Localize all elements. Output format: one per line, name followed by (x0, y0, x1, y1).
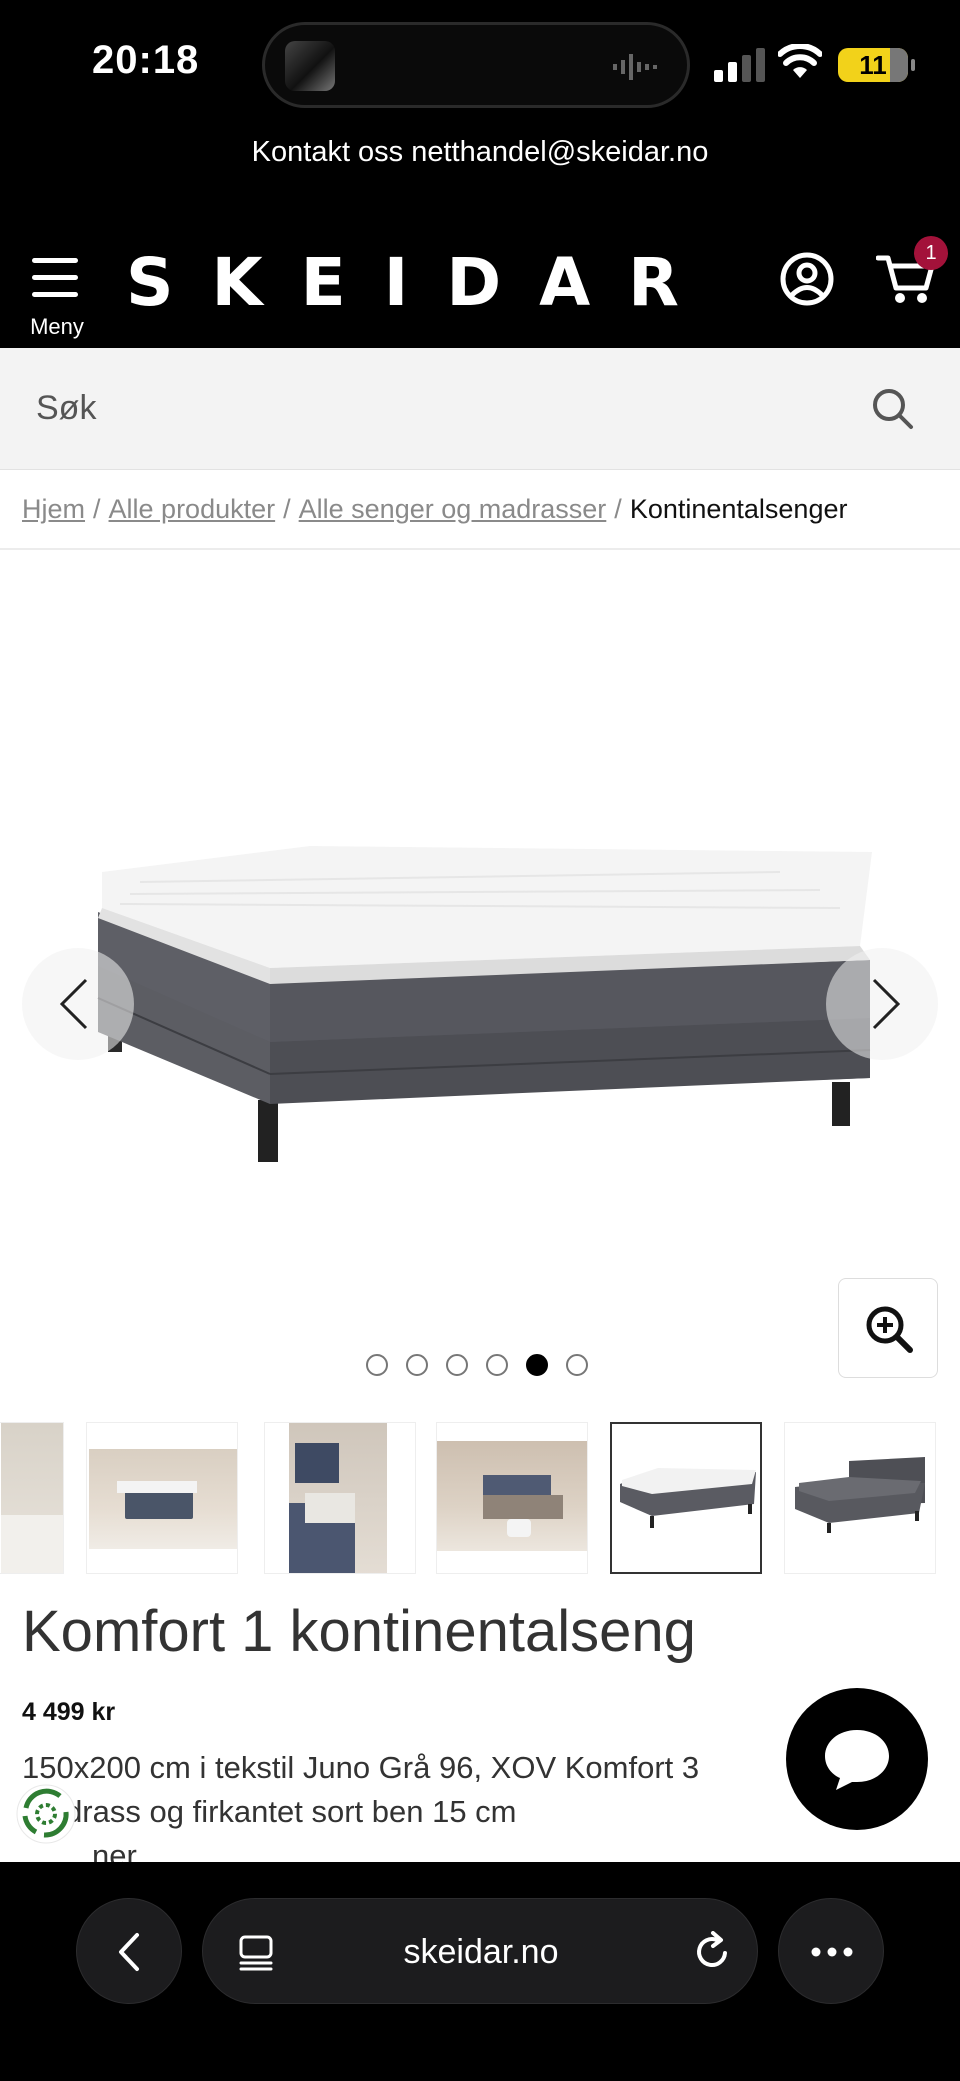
product-price: 4 499 kr (22, 1698, 116, 1726)
contact-banner[interactable]: Kontakt oss netthandel@skeidar.no (0, 130, 960, 230)
product-page: 20:18 11 Kontakt oss netthandel@skeidar.… (0, 0, 960, 2081)
gallery-next-button[interactable] (826, 948, 938, 1060)
menu-label: Meny (30, 314, 84, 339)
breadcrumb-link-all-products[interactable]: Alle produkter (109, 494, 276, 524)
contact-text[interactable]: Kontakt oss netthandel@skeidar.no (252, 136, 709, 168)
hamburger-icon (32, 258, 78, 298)
thumbnail[interactable] (436, 1422, 588, 1574)
thumbnail-active[interactable] (610, 1422, 762, 1574)
chat-button[interactable] (786, 1688, 928, 1830)
wifi-icon (778, 44, 822, 78)
breadcrumb: Hjem / Alle produkter / Alle senger og madra… (22, 494, 847, 525)
breadcrumb-separator: / (283, 494, 291, 524)
breadcrumb-link-beds[interactable]: Alle senger og madrasser (299, 494, 607, 524)
search-input[interactable] (36, 378, 836, 438)
thumbnail-strip (0, 1422, 960, 1574)
search-icon[interactable] (872, 388, 914, 430)
zoom-button[interactable] (838, 1278, 938, 1378)
menu-button[interactable]: Meny (26, 244, 88, 339)
gallery-prev-button[interactable] (22, 948, 134, 1060)
site-logo[interactable]: SKEIDAR (126, 244, 717, 321)
thumbnail[interactable] (86, 1422, 238, 1574)
product-gallery[interactable] (0, 552, 960, 1412)
pagination-dot-active[interactable] (526, 1354, 548, 1376)
more-dots-icon (811, 1947, 853, 1957)
battery-empty-portion (890, 48, 908, 82)
browser-back-button[interactable] (76, 1898, 182, 2004)
product-description-text: 150x200 cm i tekstil Juno Grå 96, XOV Ko… (22, 1750, 700, 1829)
site-header: Meny SKEIDAR 1 (0, 230, 960, 348)
chevron-right-icon (872, 978, 901, 1030)
status-time: 20:18 (92, 38, 200, 82)
breadcrumb-separator: / (614, 494, 622, 524)
chevron-left-icon (119, 1933, 139, 1971)
thumbnail[interactable] (264, 1422, 416, 1574)
breadcrumb-current: Kontinentalsenger (629, 494, 848, 524)
product-title: Komfort 1 kontinentalseng (22, 1599, 696, 1664)
divider (0, 548, 960, 550)
browser-address-bar[interactable]: skeidar.no (202, 1898, 758, 2004)
reload-icon[interactable] (691, 1931, 733, 1973)
gallery-pagination (366, 1354, 606, 1378)
browser-url[interactable]: skeidar.no (203, 1899, 759, 2005)
product-image-bed[interactable] (80, 842, 880, 1172)
breadcrumb-link-home[interactable]: Hjem (22, 494, 85, 524)
thumbnail[interactable] (784, 1422, 936, 1574)
thumbnail[interactable] (0, 1422, 64, 1574)
audio-wave-icon (613, 54, 657, 80)
pagination-dot[interactable] (486, 1354, 508, 1376)
chat-bubble-icon (825, 1730, 889, 1790)
pagination-dot[interactable] (366, 1354, 388, 1376)
dynamic-island[interactable] (262, 22, 690, 108)
now-playing-artwork (285, 41, 335, 91)
pagination-dot[interactable] (406, 1354, 428, 1376)
cellular-signal-icon (714, 48, 765, 82)
search-bar (0, 348, 960, 470)
account-icon[interactable] (780, 252, 834, 306)
zoom-in-icon (866, 1306, 913, 1353)
battery-level: 11 (859, 50, 887, 80)
breadcrumb-separator: / (93, 494, 101, 524)
eco-recycle-icon[interactable] (14, 1782, 78, 1846)
status-bar: 20:18 11 (0, 0, 960, 130)
pagination-dot[interactable] (566, 1354, 588, 1376)
pagination-dot[interactable] (446, 1354, 468, 1376)
product-description: 150x200 cm i tekstil Juno Grå 96, XOV Ko… (22, 1746, 782, 1878)
chevron-left-icon (59, 978, 88, 1030)
browser-more-button[interactable] (778, 1898, 884, 2004)
battery-indicator: 11 (838, 48, 915, 82)
browser-toolbar: skeidar.no (0, 1862, 960, 2081)
cart-count-badge: 1 (914, 236, 948, 270)
